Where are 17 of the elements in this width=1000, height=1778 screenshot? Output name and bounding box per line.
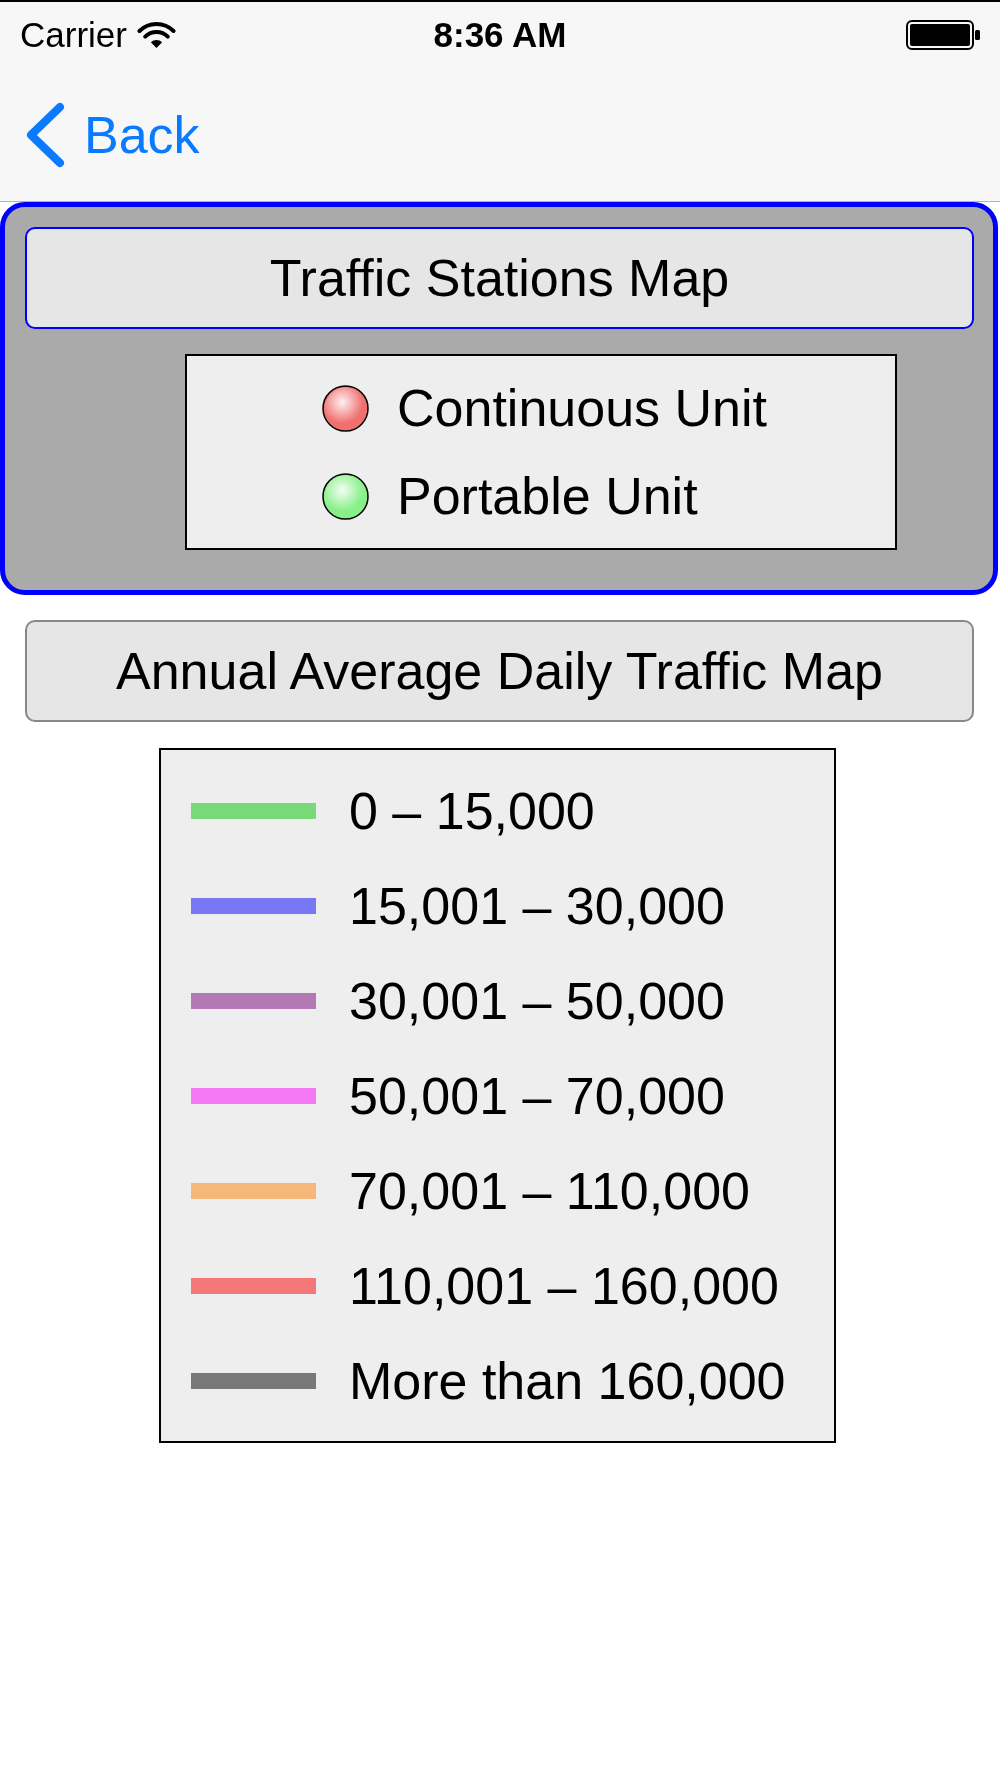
chevron-left-icon <box>24 101 66 168</box>
legend-label: 50,001 – 70,000 <box>349 1065 725 1126</box>
status-time: 8:36 AM <box>433 15 567 55</box>
legend-label: 15,001 – 30,000 <box>349 875 725 936</box>
map-button[interactable]: Annual Average Daily Traffic Map <box>25 620 974 722</box>
wifi-icon <box>136 21 176 49</box>
legend-label: 110,001 – 160,000 <box>349 1255 779 1316</box>
map-button[interactable]: Traffic Stations Map <box>25 227 974 329</box>
carrier-label: Carrier <box>20 15 127 55</box>
legend-label: 70,001 – 110,000 <box>349 1160 750 1221</box>
back-button[interactable]: Back <box>24 101 200 168</box>
legend-label: Portable Unit <box>397 466 698 526</box>
legend-label: 30,001 – 50,000 <box>349 970 725 1031</box>
legend-label: Continuous Unit <box>397 378 767 438</box>
legend-label: More than 160,000 <box>349 1350 786 1411</box>
legend-label: 0 – 15,000 <box>349 780 595 841</box>
battery-icon <box>906 20 980 50</box>
